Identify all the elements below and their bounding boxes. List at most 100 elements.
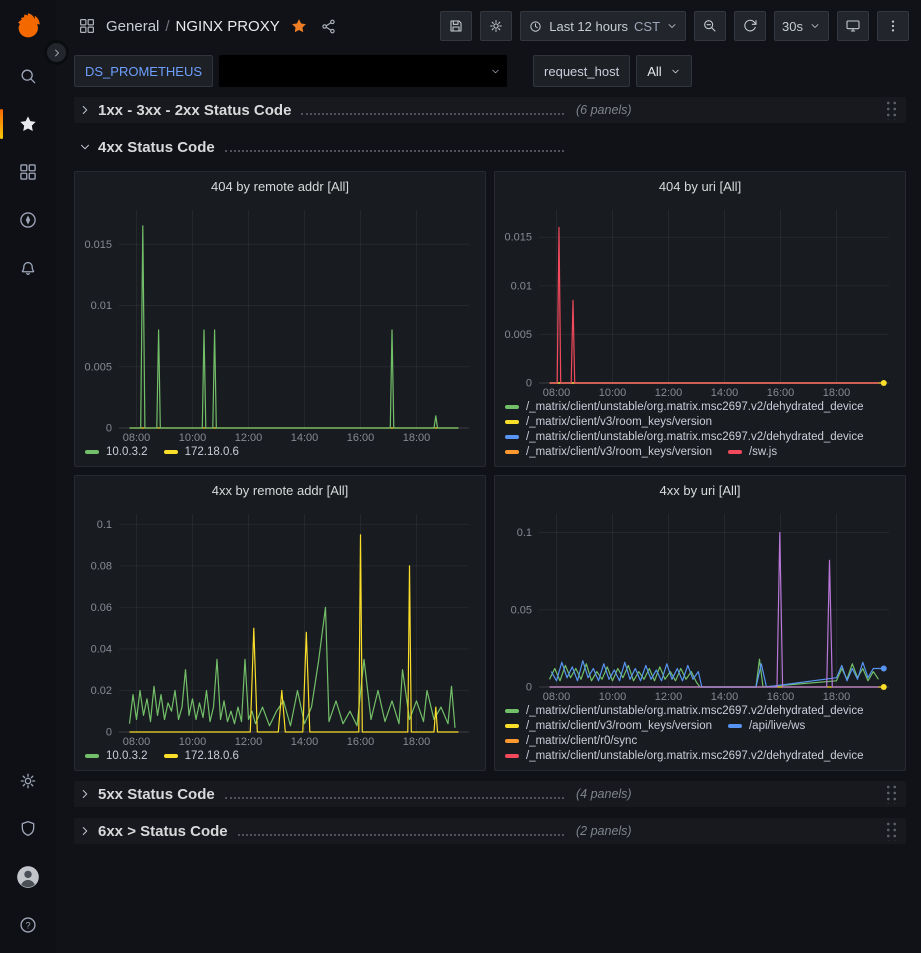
legend-item[interactable]: 172.18.0.6 [164,750,239,762]
legend-item[interactable]: /_matrix/client/r0/sync [505,735,637,747]
bell-icon [18,258,38,278]
chart-svg: 08:0010:0012:0014:0016:0018:0000.0050.01… [501,202,899,399]
row-4xx-status-code[interactable]: 4xx Status Code [74,134,906,160]
breadcrumb-section[interactable]: General [106,18,159,35]
sidebar-item-configuration[interactable] [0,757,56,805]
refresh-icon [742,18,758,34]
time-range-picker[interactable]: Last 12 hours CST [520,11,686,41]
save-dashboard-button[interactable] [440,11,472,41]
svg-text:16:00: 16:00 [767,691,795,703]
chart-404-by-uri[interactable]: 08:0010:0012:0014:0016:0018:0000.0050.01… [501,202,899,399]
row-6xx-status-code[interactable]: 6xx > Status Code (2 panels) [74,818,906,844]
legend-label: 172.18.0.6 [185,750,239,762]
legend-label: /_matrix/client/v3/room_keys/version [526,720,712,732]
chevron-down-icon [809,20,821,32]
chart-svg: 08:0010:0012:0014:0016:0018:0000.0050.01… [81,202,479,444]
sidebar-item-profile[interactable] [0,853,56,901]
svg-text:0: 0 [106,423,112,435]
row-drag-handle[interactable] [885,821,898,841]
sidebar-item-starred[interactable] [0,100,56,148]
sidebar-item-server-admin[interactable] [0,805,56,853]
apps-grid-icon [18,162,38,182]
svg-text:08:00: 08:00 [543,691,571,703]
legend-item[interactable]: /sw.js [728,446,777,458]
panel-title[interactable]: 4xx by remote addr [All] [75,476,485,506]
legend-swatch [505,450,519,454]
more-options-kebab-button[interactable] [877,11,909,41]
legend-item[interactable]: /_matrix/client/v3/room_keys/version [505,416,712,428]
help-circle-icon: ? [18,915,38,935]
sidebar-bottom: ? [0,757,56,953]
legend-item[interactable]: 10.0.3.2 [85,750,148,762]
tv-mode-button[interactable] [837,11,869,41]
svg-text:0.1: 0.1 [97,519,112,531]
sidebar-item-explore[interactable] [0,196,56,244]
legend-item[interactable]: /_matrix/client/unstable/org.matrix.msc2… [505,431,864,443]
panel-title[interactable]: 404 by remote addr [All] [75,172,485,202]
chart-svg: 08:0010:0012:0014:0016:0018:0000.050.1 [501,506,899,703]
svg-text:14:00: 14:00 [291,432,319,444]
chart-4xx-by-remote-addr[interactable]: 08:0010:0012:0014:0016:0018:0000.020.040… [81,506,479,748]
legend-item[interactable]: /_matrix/client/unstable/org.matrix.msc2… [505,705,864,717]
legend-swatch [505,709,519,713]
share-dashboard-button[interactable] [318,16,339,37]
svg-text:18:00: 18:00 [403,736,431,748]
expand-sidebar-button[interactable] [44,40,69,65]
kebab-menu-icon [885,18,901,34]
sidebar-item-dashboards[interactable] [0,148,56,196]
variable-label-request-host[interactable]: request_host [533,55,630,87]
star-icon [18,114,38,134]
legend-item[interactable]: /_matrix/client/unstable/org.matrix.msc2… [505,750,864,762]
legend-item[interactable]: /api/live/ws [728,720,805,732]
panel-title[interactable]: 404 by uri [All] [495,172,905,202]
svg-text:18:00: 18:00 [823,691,851,703]
legend-item[interactable]: 172.18.0.6 [164,446,239,458]
legend-label: /_matrix/client/unstable/org.matrix.msc2… [526,705,864,717]
legend-item[interactable]: /_matrix/client/unstable/org.matrix.msc2… [505,401,864,413]
legend-item[interactable]: /_matrix/client/v3/room_keys/version [505,446,712,458]
dotted-leader [238,834,564,836]
zoom-out-time-button[interactable] [694,11,726,41]
svg-text:0.01: 0.01 [91,300,112,312]
svg-text:16:00: 16:00 [347,432,375,444]
svg-text:10:00: 10:00 [179,736,207,748]
refresh-interval-dropdown[interactable]: 30s [774,11,829,41]
legend-item[interactable]: 10.0.3.2 [85,446,148,458]
row-5xx-status-code[interactable]: 5xx Status Code (4 panels) [74,781,906,807]
svg-text:10:00: 10:00 [179,432,207,444]
sidebar-item-help[interactable]: ? [0,901,56,949]
chart-4xx-by-uri[interactable]: 08:0010:0012:0014:0016:0018:0000.050.1 [501,506,899,703]
variable-label-ds-prometheus[interactable]: DS_PROMETHEUS [74,55,213,87]
legend-item[interactable]: /_matrix/client/v3/room_keys/version [505,720,712,732]
variable-value-ds-prometheus-redacted[interactable] [219,55,507,87]
breadcrumb-dashboard-title[interactable]: NGINX PROXY [176,18,280,35]
chevron-right-icon [78,103,92,117]
legend-swatch [85,450,99,454]
row-title: 5xx Status Code [98,786,215,803]
row-title: 4xx Status Code [98,139,215,156]
legend-label: /sw.js [749,446,777,458]
svg-text:12:00: 12:00 [655,387,683,399]
legend-label: /_matrix/client/unstable/org.matrix.msc2… [526,401,864,413]
row-1xx-3xx-2xx-status-code[interactable]: 1xx - 3xx - 2xx Status Code (6 panels) [74,97,906,123]
dashboard-variables-bar: DS_PROMETHEUS request_host All [56,52,921,90]
legend-swatch [505,420,519,424]
compass-icon [18,210,38,230]
sidebar-item-alerting[interactable] [0,244,56,292]
row-drag-handle[interactable] [885,100,898,120]
variable-value-request-host[interactable]: All [636,55,691,87]
refresh-button[interactable] [734,11,766,41]
chevron-right-icon [78,824,92,838]
row-drag-handle[interactable] [885,784,898,804]
panel-title[interactable]: 4xx by uri [All] [495,476,905,506]
panel-grid: 404 by remote addr [All] 08:0010:0012:00… [74,171,906,771]
star-filled-icon [290,17,308,35]
favorite-star-button[interactable] [288,15,310,37]
top-navbar: General / NGINX PROXY Last 12 hours [56,0,921,52]
svg-text:14:00: 14:00 [291,736,319,748]
dashboards-grid-icon [76,15,98,37]
svg-text:10:00: 10:00 [599,691,627,703]
chart-404-by-remote-addr[interactable]: 08:0010:0012:0014:0016:0018:0000.0050.01… [81,202,479,444]
search-icon [18,66,38,86]
dashboard-settings-button[interactable] [480,11,512,41]
